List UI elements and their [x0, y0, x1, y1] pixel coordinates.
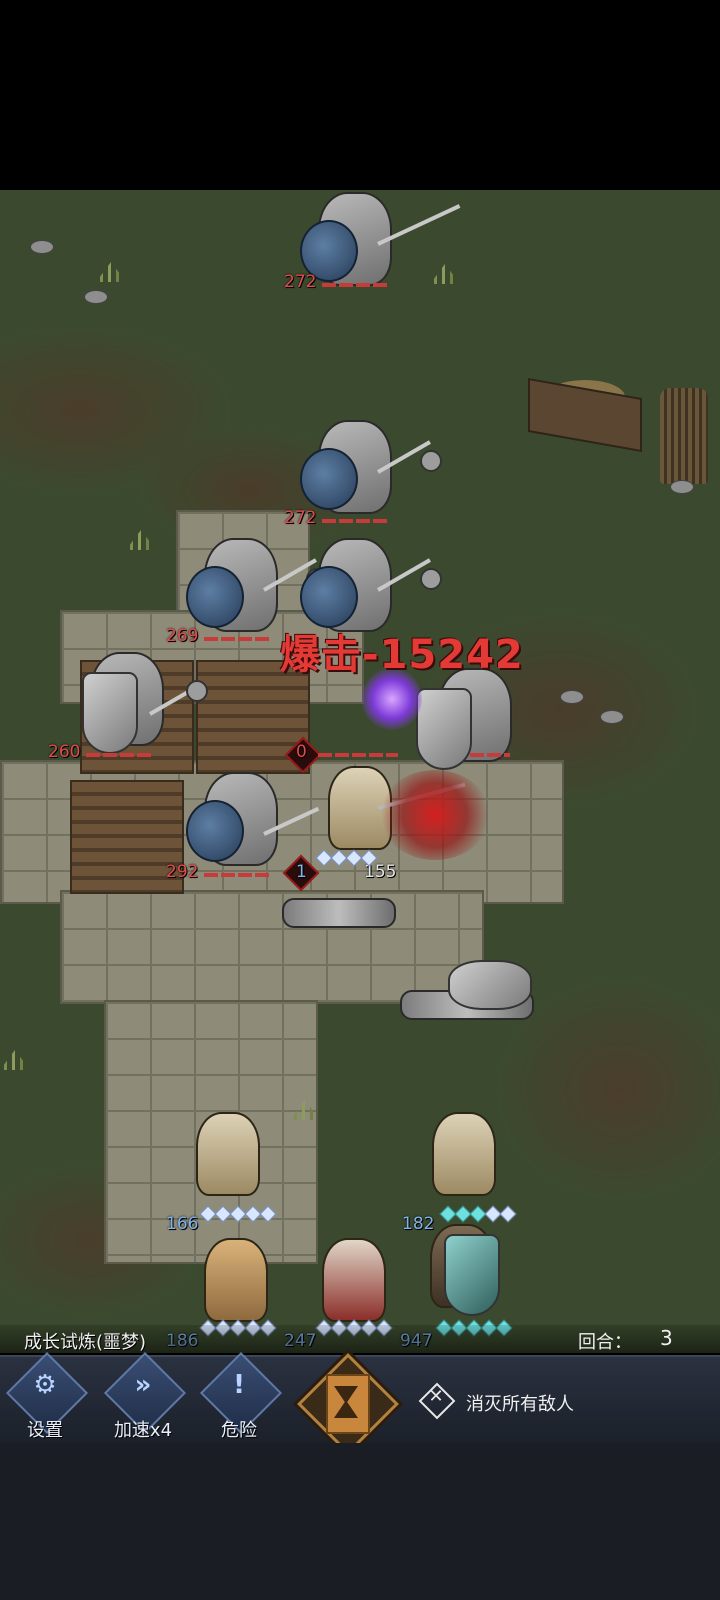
speed-button[interactable]: » 加速x4 [102, 1351, 187, 1442]
grass-tuft [430, 264, 460, 284]
enemy-hp-bar [86, 753, 154, 757]
enemy-hp-bar [470, 753, 510, 757]
enemy-hp-bar [318, 753, 398, 757]
settings-button[interactable]: ⚙ 设置 [4, 1351, 89, 1442]
mode-name: 成长试炼(噩梦) [24, 1332, 147, 1353]
settings-label: 设置 [27, 1420, 63, 1441]
active-hero-level: 1 [296, 862, 307, 882]
enemy-hp-bar [322, 519, 390, 523]
rock [84, 290, 108, 304]
crit-damage-text: 爆击-15242 [280, 632, 524, 678]
fast-forward-icon: » [134, 1370, 152, 1400]
rock [560, 690, 584, 704]
shield-icon [186, 566, 244, 628]
enemy-soldier-1[interactable] [300, 192, 461, 286]
hero-body [432, 1112, 496, 1196]
grass-tuft [0, 1050, 30, 1070]
round-label: 回合： [578, 1332, 632, 1353]
hero-shield-guardian[interactable] [430, 1224, 500, 1316]
grass-tuft [126, 530, 156, 550]
hero-guitarist[interactable] [204, 1238, 268, 1322]
round-value: 3 [660, 1326, 673, 1350]
shield-icon [186, 800, 244, 862]
hero-body [196, 1112, 260, 1196]
enemy-hp-label: 272 [284, 272, 317, 292]
top-letterbox [0, 0, 720, 190]
enemy-soldier-4[interactable] [300, 538, 442, 632]
enemy-knight-1[interactable] [82, 652, 208, 754]
exclamation-icon: ! [233, 1370, 245, 1400]
enemy-hp-bar [204, 637, 272, 641]
rock [30, 240, 54, 254]
hero-body [322, 1238, 386, 1322]
hero-hp-label: 166 [166, 1214, 199, 1234]
shield-icon [82, 672, 138, 754]
shield-icon [416, 688, 472, 770]
mace-head [420, 450, 442, 472]
shield-icon [444, 1234, 500, 1316]
wooden-cart [528, 377, 642, 453]
enemy-hp-bar [322, 283, 390, 287]
hero-body [204, 1238, 268, 1322]
end-turn-button[interactable] [297, 1353, 399, 1455]
blood-splash-effect [380, 770, 490, 860]
enemy-soldier-3[interactable] [186, 538, 328, 632]
hero-bard-2[interactable] [432, 1112, 496, 1196]
bottom-panel [0, 1443, 720, 1600]
enemy-hp-label: 292 [166, 862, 199, 882]
speed-label: 加速x4 [113, 1420, 173, 1441]
hay-sheaf [660, 388, 708, 484]
mace-head [420, 568, 442, 590]
enemy-knight-2[interactable] [416, 668, 512, 770]
enemy-hp-label: 272 [284, 508, 317, 528]
enemy-soldier-2[interactable] [300, 420, 442, 514]
hero-bard-1[interactable] [196, 1112, 260, 1196]
fallen-shield-icon [448, 960, 532, 1010]
mace-head [186, 680, 208, 702]
grass-tuft [96, 262, 126, 282]
enemy-hp-label: 269 [166, 626, 199, 646]
rock [670, 480, 694, 494]
enemy-soldier-5[interactable] [186, 772, 320, 866]
enemy-hp-label: 260 [48, 742, 81, 762]
danger-label: 危险 [221, 1420, 257, 1441]
fallen-soldier [282, 898, 396, 928]
enemy-hp-bar [204, 873, 272, 877]
hero-priest[interactable] [322, 1238, 386, 1322]
crossed-swords-icon: ✕ [418, 1382, 456, 1420]
objective-text: 消灭所有敌人 [466, 1394, 574, 1415]
rock [600, 710, 624, 724]
danger-button[interactable]: ! 危险 [198, 1351, 283, 1442]
shield-icon [300, 566, 358, 628]
shield-icon [300, 448, 358, 510]
enemy-hp-label: 0 [296, 742, 307, 762]
gear-icon: ⚙ [33, 1370, 57, 1400]
stone-floor-lower [60, 890, 484, 1004]
hero-pips [199, 1205, 277, 1223]
hero-pips [439, 1205, 517, 1223]
active-hero-pips [315, 849, 378, 867]
